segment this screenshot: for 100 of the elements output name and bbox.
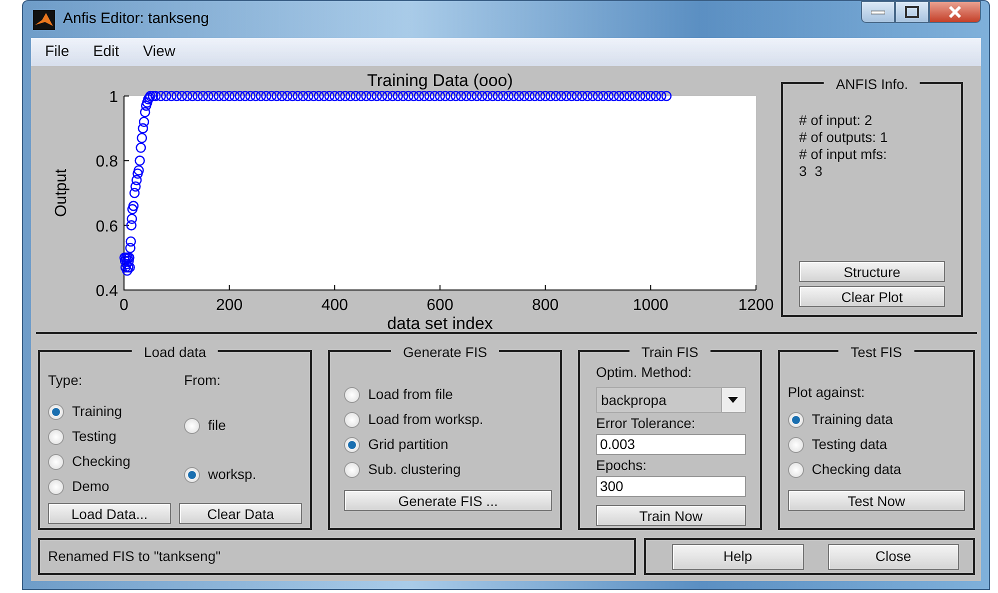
radio-button[interactable] bbox=[48, 478, 64, 494]
from-label: From: bbox=[184, 371, 222, 390]
data-point bbox=[640, 90, 651, 102]
data-point bbox=[592, 90, 604, 102]
push-button[interactable]: Close bbox=[828, 544, 959, 570]
data-point bbox=[208, 90, 219, 102]
data-point bbox=[172, 90, 182, 102]
radio-button[interactable] bbox=[344, 412, 360, 428]
minimize-button[interactable] bbox=[861, 1, 895, 23]
radio-button[interactable] bbox=[48, 404, 64, 420]
data-point bbox=[492, 90, 504, 102]
x-tick-label: 800 bbox=[532, 297, 559, 314]
data-point bbox=[131, 174, 142, 186]
close-icon bbox=[948, 6, 962, 18]
x-tick-label: 400 bbox=[321, 297, 348, 314]
x-axis-label: data set index bbox=[387, 314, 493, 332]
data-point bbox=[176, 90, 188, 102]
radio-button[interactable] bbox=[344, 462, 360, 478]
data-point bbox=[124, 256, 134, 266]
data-point bbox=[121, 258, 132, 270]
data-point bbox=[466, 90, 477, 102]
window-title: Anfis Editor: tankseng bbox=[63, 9, 209, 30]
radio-label: Load from file bbox=[368, 385, 453, 404]
data-point bbox=[128, 200, 139, 212]
data-point bbox=[340, 90, 350, 102]
data-point bbox=[482, 90, 493, 102]
method-dropdown[interactable]: backpropa bbox=[596, 387, 746, 413]
push-button[interactable]: Generate FIS ... bbox=[344, 490, 552, 511]
data-point bbox=[282, 90, 292, 102]
minimize-icon bbox=[871, 9, 885, 15]
data-point bbox=[125, 242, 136, 254]
radio-label: Grid partition bbox=[368, 435, 448, 454]
radio-label: Training data bbox=[812, 410, 893, 429]
y-tick-label: 0.8 bbox=[96, 154, 118, 171]
data-point bbox=[142, 97, 152, 108]
menu-item[interactable]: File bbox=[37, 40, 78, 64]
data-point bbox=[138, 116, 150, 128]
push-button[interactable]: Structure bbox=[799, 261, 945, 282]
radio-label: Sub. clustering bbox=[368, 460, 461, 479]
radio-button[interactable] bbox=[48, 454, 64, 470]
data-point bbox=[403, 90, 414, 102]
type-label: Type: bbox=[48, 371, 84, 390]
radio-button[interactable] bbox=[184, 466, 200, 482]
data-point bbox=[514, 90, 524, 102]
data-point bbox=[334, 90, 346, 102]
data-point bbox=[534, 90, 546, 102]
data-point bbox=[624, 90, 635, 102]
radio-label: Checking bbox=[72, 452, 130, 471]
data-point bbox=[387, 90, 398, 102]
push-button[interactable]: Load Data... bbox=[48, 503, 172, 524]
data-point bbox=[545, 90, 556, 102]
data-point bbox=[192, 90, 203, 102]
data-point bbox=[450, 90, 461, 102]
error-tolerance-field[interactable]: 0.003 bbox=[596, 434, 746, 455]
epochs-field[interactable]: 300 bbox=[596, 476, 746, 497]
maximize-button[interactable] bbox=[895, 1, 929, 23]
data-point bbox=[350, 90, 361, 102]
data-point bbox=[140, 100, 152, 111]
menu-item[interactable]: Edit bbox=[85, 40, 128, 64]
data-point bbox=[126, 214, 138, 224]
radio-button[interactable] bbox=[788, 412, 804, 428]
data-point bbox=[140, 107, 150, 118]
data-point bbox=[166, 90, 177, 102]
radio-button[interactable] bbox=[344, 386, 360, 402]
push-button[interactable]: Test Now bbox=[788, 490, 965, 511]
data-point bbox=[424, 90, 435, 102]
data-point bbox=[382, 90, 392, 102]
radio-button[interactable] bbox=[344, 436, 360, 452]
radio-button[interactable] bbox=[788, 436, 804, 452]
push-button[interactable]: Train Now bbox=[596, 505, 746, 526]
data-point bbox=[408, 90, 419, 102]
data-point bbox=[530, 90, 540, 102]
data-point bbox=[187, 90, 198, 102]
data-point bbox=[608, 90, 619, 102]
status-text: Renamed FIS to "tankseng" bbox=[48, 547, 221, 566]
push-button[interactable]: Help bbox=[672, 544, 804, 570]
data-point bbox=[456, 90, 466, 102]
radio-button[interactable] bbox=[184, 418, 200, 434]
close-button[interactable] bbox=[929, 1, 981, 23]
data-point bbox=[292, 90, 303, 102]
data-point bbox=[272, 90, 282, 102]
data-point bbox=[150, 90, 161, 102]
data-point bbox=[414, 90, 424, 102]
menu-item[interactable]: View bbox=[135, 40, 184, 64]
data-point bbox=[572, 90, 582, 102]
data-point bbox=[245, 90, 256, 102]
data-point bbox=[361, 90, 372, 102]
radio-button[interactable] bbox=[48, 428, 64, 444]
y-tick-label: 0.6 bbox=[96, 218, 118, 236]
x-tick-label: 0 bbox=[120, 297, 128, 314]
radio-button[interactable] bbox=[788, 462, 804, 478]
data-point bbox=[524, 90, 535, 102]
app-logo-icon bbox=[33, 10, 55, 30]
data-point bbox=[614, 90, 624, 102]
data-point bbox=[324, 90, 335, 102]
push-button[interactable]: Clear Data bbox=[179, 503, 302, 524]
push-button[interactable]: Clear Plot bbox=[799, 286, 945, 307]
data-point bbox=[122, 265, 132, 276]
data-point bbox=[224, 90, 234, 102]
data-point bbox=[126, 236, 136, 247]
